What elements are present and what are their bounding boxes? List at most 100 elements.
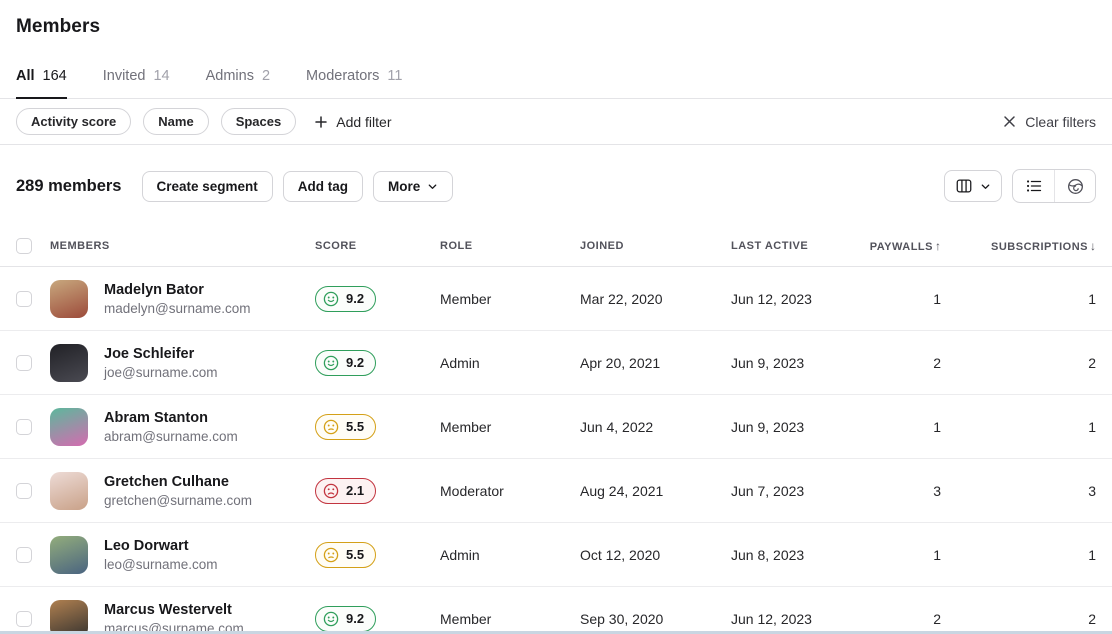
member-paywalls: 1	[868, 291, 941, 307]
row-checkbox[interactable]	[16, 547, 32, 563]
score-badge: 2.1	[315, 478, 376, 504]
member-paywalls: 1	[868, 419, 941, 435]
member-subscriptions: 1	[941, 291, 1096, 307]
member-role: Member	[440, 611, 580, 627]
tab-all[interactable]: All 164	[16, 58, 67, 98]
member-last-active: Jun 9, 2023	[731, 355, 868, 371]
member-role: Admin	[440, 547, 580, 563]
member-name: Madelyn Bator	[104, 282, 251, 298]
member-paywalls: 1	[868, 547, 941, 563]
member-email: gretchen@surname.com	[104, 493, 252, 508]
table-row[interactable]: Madelyn Bator madelyn@surname.com 9.2 Me…	[0, 267, 1112, 331]
tab-moderators[interactable]: Moderators 11	[306, 58, 402, 98]
tab-count: 14	[153, 68, 169, 84]
score-value: 5.5	[346, 547, 364, 562]
table-row[interactable]: Joe Schleifer joe@surname.com 9.2 Admin …	[0, 331, 1112, 395]
columns-settings-button[interactable]	[944, 170, 1002, 202]
clear-filters-button[interactable]: Clear filters	[1003, 114, 1096, 130]
score-value: 5.5	[346, 419, 364, 434]
list-icon	[1025, 177, 1043, 195]
more-label: More	[388, 179, 420, 194]
column-header-role[interactable]: ROLE	[440, 240, 580, 252]
member-name: Abram Stanton	[104, 410, 238, 426]
chevron-down-icon	[427, 181, 438, 192]
row-checkbox[interactable]	[16, 483, 32, 499]
map-view-button[interactable]	[1054, 170, 1095, 202]
tab-label: Admins	[206, 68, 254, 84]
score-badge: 9.2	[315, 606, 376, 632]
filter-chip-name[interactable]: Name	[143, 108, 208, 135]
member-joined: Aug 24, 2021	[580, 483, 731, 499]
member-name: Gretchen Culhane	[104, 474, 252, 490]
score-badge: 9.2	[315, 286, 376, 312]
score-badge: 5.5	[315, 414, 376, 440]
sort-desc-icon: ↓	[1090, 239, 1096, 253]
members-page: Members All 164 Invited 14 Admins 2 Mode…	[0, 0, 1112, 634]
plus-icon	[314, 115, 328, 129]
score-badge: 5.5	[315, 542, 376, 568]
member-name: Marcus Westervelt	[104, 602, 244, 618]
score-badge: 9.2	[315, 350, 376, 376]
page-title: Members	[16, 16, 1096, 38]
chevron-down-icon	[980, 181, 991, 192]
add-filter-button[interactable]: Add filter	[314, 114, 391, 130]
member-joined: Jun 4, 2022	[580, 419, 731, 435]
member-role: Moderator	[440, 483, 580, 499]
member-email: leo@surname.com	[104, 557, 218, 572]
create-segment-button[interactable]: Create segment	[142, 171, 273, 202]
happy-face-icon	[323, 611, 339, 627]
filter-bar: Activity score Name Spaces Add filter Cl…	[0, 99, 1112, 145]
member-joined: Mar 22, 2020	[580, 291, 731, 307]
add-tag-button[interactable]: Add tag	[283, 171, 363, 202]
member-last-active: Jun 9, 2023	[731, 419, 868, 435]
filter-chip-activity-score[interactable]: Activity score	[16, 108, 131, 135]
member-last-active: Jun 12, 2023	[731, 611, 868, 627]
more-button[interactable]: More	[373, 171, 453, 202]
member-joined: Apr 20, 2021	[580, 355, 731, 371]
tab-label: Moderators	[306, 68, 379, 84]
member-subscriptions: 3	[941, 483, 1096, 499]
avatar	[50, 408, 88, 446]
avatar	[50, 280, 88, 318]
table-row[interactable]: Gretchen Culhane gretchen@surname.com 2.…	[0, 459, 1112, 523]
tab-invited[interactable]: Invited 14	[103, 58, 170, 98]
column-header-joined[interactable]: JOINED	[580, 240, 731, 252]
member-role: Member	[440, 291, 580, 307]
score-value: 9.2	[346, 291, 364, 306]
tab-admins[interactable]: Admins 2	[206, 58, 270, 98]
list-view-button[interactable]	[1013, 170, 1054, 202]
score-value: 2.1	[346, 483, 364, 498]
row-checkbox[interactable]	[16, 419, 32, 435]
add-filter-label: Add filter	[336, 114, 391, 130]
member-joined: Sep 30, 2020	[580, 611, 731, 627]
select-all-checkbox[interactable]	[16, 238, 32, 254]
avatar	[50, 536, 88, 574]
row-checkbox[interactable]	[16, 355, 32, 371]
members-count: 289 members	[16, 177, 122, 196]
row-checkbox[interactable]	[16, 611, 32, 627]
neutral-face-icon	[323, 419, 339, 435]
table-row[interactable]: Marcus Westervelt marcus@surname.com 9.2…	[0, 587, 1112, 634]
filter-chip-spaces[interactable]: Spaces	[221, 108, 297, 135]
column-header-subscriptions[interactable]: SUBSCRIPTIONS↓	[941, 239, 1096, 253]
member-paywalls: 2	[868, 611, 941, 627]
column-header-paywalls[interactable]: PAYWALLS↑	[868, 239, 941, 253]
tab-label: Invited	[103, 68, 146, 84]
member-last-active: Jun 8, 2023	[731, 547, 868, 563]
table-row[interactable]: Abram Stanton abram@surname.com 5.5 Memb…	[0, 395, 1112, 459]
happy-face-icon	[323, 355, 339, 371]
tab-bar: All 164 Invited 14 Admins 2 Moderators 1…	[0, 58, 1112, 99]
member-email: abram@surname.com	[104, 429, 238, 444]
member-email: joe@surname.com	[104, 365, 218, 380]
page-header: Members	[0, 0, 1112, 38]
member-paywalls: 3	[868, 483, 941, 499]
column-header-members[interactable]: MEMBERS	[50, 240, 315, 252]
member-subscriptions: 1	[941, 419, 1096, 435]
member-joined: Oct 12, 2020	[580, 547, 731, 563]
table-row[interactable]: Leo Dorwart leo@surname.com 5.5 Admin Oc…	[0, 523, 1112, 587]
column-header-last-active[interactable]: LAST ACTIVE	[731, 240, 868, 252]
column-header-score[interactable]: SCORE	[315, 240, 440, 252]
row-checkbox[interactable]	[16, 291, 32, 307]
member-subscriptions: 1	[941, 547, 1096, 563]
view-toggle	[1012, 169, 1096, 203]
